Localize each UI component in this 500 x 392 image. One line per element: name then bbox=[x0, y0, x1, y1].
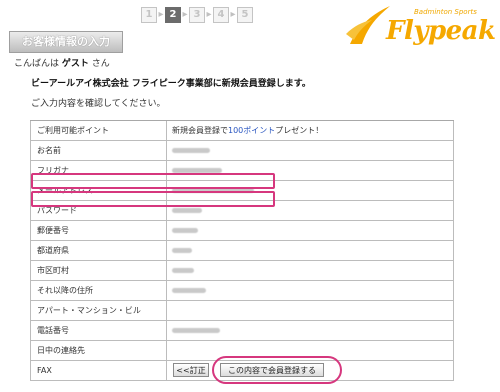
arrow-icon: ▸ bbox=[230, 9, 236, 20]
step-3: 3 bbox=[189, 7, 205, 23]
field-label: 都道府県 bbox=[31, 241, 167, 260]
blurred-value bbox=[167, 181, 453, 200]
greeting: こんばんは ゲスト さん bbox=[14, 56, 110, 69]
confirmation-table: ご利用可能ポイント 新規会員登録で100ポイントプレゼント！ お名前 フリガナ … bbox=[30, 120, 454, 381]
register-button[interactable]: この内容で会員登録する bbox=[220, 363, 324, 377]
arrow-icon: ▸ bbox=[158, 9, 164, 20]
correct-button[interactable]: <<訂正 bbox=[173, 363, 209, 377]
step-4: 4 bbox=[213, 7, 229, 23]
table-row: それ以降の住所 bbox=[30, 281, 454, 301]
page-heading: ビーアールアイ株式会社 フライピーク事業部に新規会員登録します。 bbox=[31, 79, 311, 89]
section-tab: お客様情報の入力 bbox=[9, 31, 123, 53]
arrow-icon: ▸ bbox=[206, 9, 212, 20]
table-row: 電話番号 bbox=[30, 321, 454, 341]
table-row: 市区町村 bbox=[30, 261, 454, 281]
table-row: アパート・マンション・ビル bbox=[30, 301, 454, 321]
blurred-value bbox=[167, 221, 453, 240]
field-value bbox=[167, 341, 453, 360]
greeting-prefix: こんばんは bbox=[14, 59, 60, 69]
points-text-post: プレゼント！ bbox=[275, 126, 324, 135]
greeting-suffix: さん bbox=[91, 59, 110, 69]
field-label: 日中の連絡先 bbox=[31, 341, 167, 360]
field-label: アパート・マンション・ビル bbox=[31, 301, 167, 320]
table-row: 都道府県 bbox=[30, 241, 454, 261]
table-row: メールアドレス bbox=[30, 181, 454, 201]
field-label: パスワード bbox=[31, 201, 167, 220]
step-5: 5 bbox=[237, 7, 253, 23]
field-label: お名前 bbox=[31, 141, 167, 160]
greeting-name: ゲスト bbox=[61, 59, 89, 69]
points-link[interactable]: 100ポイント bbox=[228, 126, 275, 135]
logo-subtitle: Badminton Sports bbox=[414, 8, 477, 16]
blurred-value bbox=[167, 161, 453, 180]
field-label: 電話番号 bbox=[31, 321, 167, 340]
confirm-instruction: ご入力内容を確認してください。 bbox=[31, 99, 166, 109]
blurred-value bbox=[167, 321, 453, 340]
blurred-value bbox=[167, 141, 453, 160]
step-2-current: 2 bbox=[165, 7, 181, 23]
field-label: それ以降の住所 bbox=[31, 281, 167, 300]
flypeak-logo: Badminton Sports Flypeak bbox=[344, 4, 496, 50]
table-row: 郵便番号 bbox=[30, 221, 454, 241]
blurred-value bbox=[167, 241, 453, 260]
field-value bbox=[167, 301, 453, 320]
blurred-value bbox=[167, 201, 453, 220]
table-row: フリガナ bbox=[30, 161, 454, 181]
logo-brand: Flypeak bbox=[386, 16, 496, 46]
points-text: 新規会員登録で bbox=[172, 126, 228, 135]
step-1: 1 bbox=[141, 7, 157, 23]
table-row: お名前 bbox=[30, 141, 454, 161]
step-indicator: 1 ▸ 2 ▸ 3 ▸ 4 ▸ 5 bbox=[141, 6, 253, 24]
field-label: 郵便番号 bbox=[31, 221, 167, 240]
field-value: 新規会員登録で100ポイントプレゼント！ bbox=[167, 121, 453, 140]
table-row: ご利用可能ポイント 新規会員登録で100ポイントプレゼント！ bbox=[30, 121, 454, 141]
arrow-icon: ▸ bbox=[182, 9, 188, 20]
field-label: ご利用可能ポイント bbox=[31, 121, 167, 140]
field-label: フリガナ bbox=[31, 161, 167, 180]
field-label: FAX bbox=[31, 361, 167, 380]
field-label: 市区町村 bbox=[31, 261, 167, 280]
field-label: メールアドレス bbox=[31, 181, 167, 200]
table-row: パスワード bbox=[30, 201, 454, 221]
blurred-value bbox=[167, 261, 453, 280]
blurred-value bbox=[167, 281, 453, 300]
table-row: 日中の連絡先 bbox=[30, 341, 454, 361]
